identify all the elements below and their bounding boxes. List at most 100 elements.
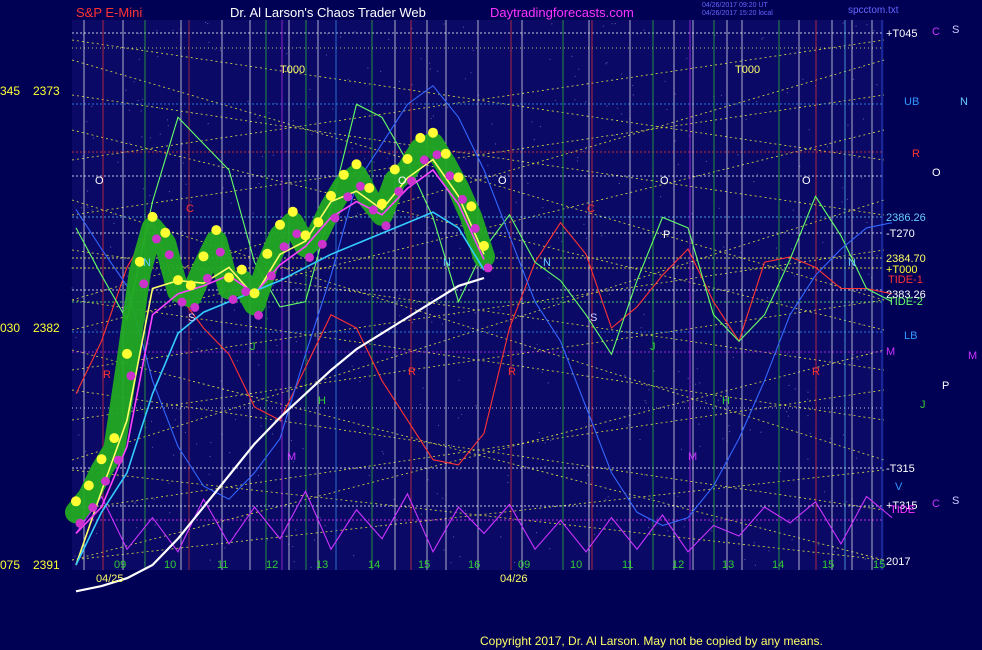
cycle-label: O [660, 175, 669, 187]
noise-dot [452, 536, 455, 538]
noise-dot [272, 154, 274, 156]
noise-dot [258, 364, 260, 366]
noise-dot [507, 320, 509, 322]
noise-dot [611, 23, 613, 25]
noise-dot [554, 408, 557, 410]
price-low-marker [228, 295, 238, 304]
noise-dot [450, 562, 452, 564]
noise-dot [419, 404, 421, 406]
noise-dot [761, 506, 764, 508]
noise-dot [347, 78, 349, 80]
noise-dot [140, 110, 142, 112]
noise-dot [710, 520, 712, 523]
price-low-marker [75, 518, 85, 528]
x-tick-label: 14 [772, 559, 784, 571]
noise-dot [775, 247, 778, 249]
noise-dot [219, 49, 221, 52]
noise-dot [640, 327, 642, 329]
noise-dot [157, 56, 159, 58]
noise-dot [550, 439, 552, 442]
price-low-marker [139, 279, 149, 289]
noise-dot [266, 318, 268, 320]
noise-dot [470, 72, 472, 74]
noise-dot [149, 137, 152, 139]
noise-dot [437, 261, 439, 263]
noise-dot [422, 387, 424, 389]
noise-dot [230, 202, 232, 204]
x-tick-label: 11 [217, 559, 228, 571]
noise-dot [628, 423, 630, 426]
noise-dot [494, 143, 496, 145]
noise-dot [247, 100, 249, 103]
noise-dot [120, 504, 122, 506]
noise-dot [602, 25, 605, 27]
noise-dot [827, 146, 829, 148]
noise-dot [461, 413, 463, 415]
noise-dot [100, 233, 102, 235]
noise-dot [357, 212, 359, 214]
noise-dot [135, 501, 137, 503]
y-price-label: 2382 [33, 321, 60, 335]
noise-dot [254, 253, 257, 255]
price-low-marker [432, 150, 442, 160]
cycle-label: R [812, 366, 820, 378]
noise-dot [258, 183, 260, 185]
noise-dot [382, 453, 384, 455]
noise-dot [319, 517, 321, 519]
noise-dot [507, 475, 509, 477]
right-level-label: TIDE [890, 504, 915, 516]
noise-dot [855, 25, 857, 27]
noise-dot [298, 288, 300, 290]
right-level-label: +T045 [886, 28, 918, 40]
noise-dot [558, 237, 560, 239]
noise-dot [786, 92, 788, 94]
cycle-label: P [663, 229, 670, 241]
noise-dot [137, 99, 139, 102]
price-high-marker [185, 280, 196, 291]
noise-dot [723, 246, 725, 248]
noise-dot [292, 119, 294, 122]
noise-dot [621, 113, 623, 115]
price-low-marker [305, 252, 314, 262]
right-level-label: P [942, 380, 949, 392]
noise-dot [452, 262, 454, 264]
noise-dot [257, 117, 259, 119]
right-level-label: S [952, 24, 959, 36]
x-tick-label: 14 [368, 559, 380, 571]
noise-dot [786, 353, 788, 355]
noise-dot [143, 188, 145, 190]
noise-dot [794, 388, 796, 390]
noise-dot [112, 213, 114, 215]
noise-dot [648, 527, 650, 529]
noise-dot [207, 123, 209, 125]
right-level-label: LB [904, 330, 917, 342]
cycle-label: O [95, 175, 104, 187]
price-low-marker [279, 242, 289, 252]
website-link[interactable]: Daytradingforecasts.com [490, 5, 634, 20]
noise-dot [753, 542, 755, 544]
price-high-marker [147, 211, 158, 222]
price-low-marker [317, 239, 327, 249]
noise-dot [172, 29, 174, 31]
noise-dot [578, 68, 580, 70]
price-low-marker [152, 234, 161, 244]
cycle-label: O [498, 175, 507, 187]
noise-dot [657, 517, 659, 519]
cycle-label: S [590, 312, 597, 324]
noise-dot [117, 161, 119, 163]
noise-dot [576, 160, 579, 162]
noise-dot [643, 29, 645, 31]
noise-dot [561, 240, 563, 242]
noise-dot [722, 438, 724, 440]
noise-dot [680, 448, 683, 450]
noise-dot [574, 99, 576, 101]
chart-author-title: Dr. Al Larson's Chaos Trader Web [230, 5, 426, 20]
noise-dot [829, 438, 832, 440]
noise-dot [87, 207, 89, 209]
noise-dot [185, 183, 187, 185]
noise-dot [606, 62, 608, 64]
noise-dot [173, 454, 175, 456]
price-high-marker [313, 217, 324, 228]
noise-dot [290, 440, 293, 442]
noise-dot [847, 124, 849, 126]
